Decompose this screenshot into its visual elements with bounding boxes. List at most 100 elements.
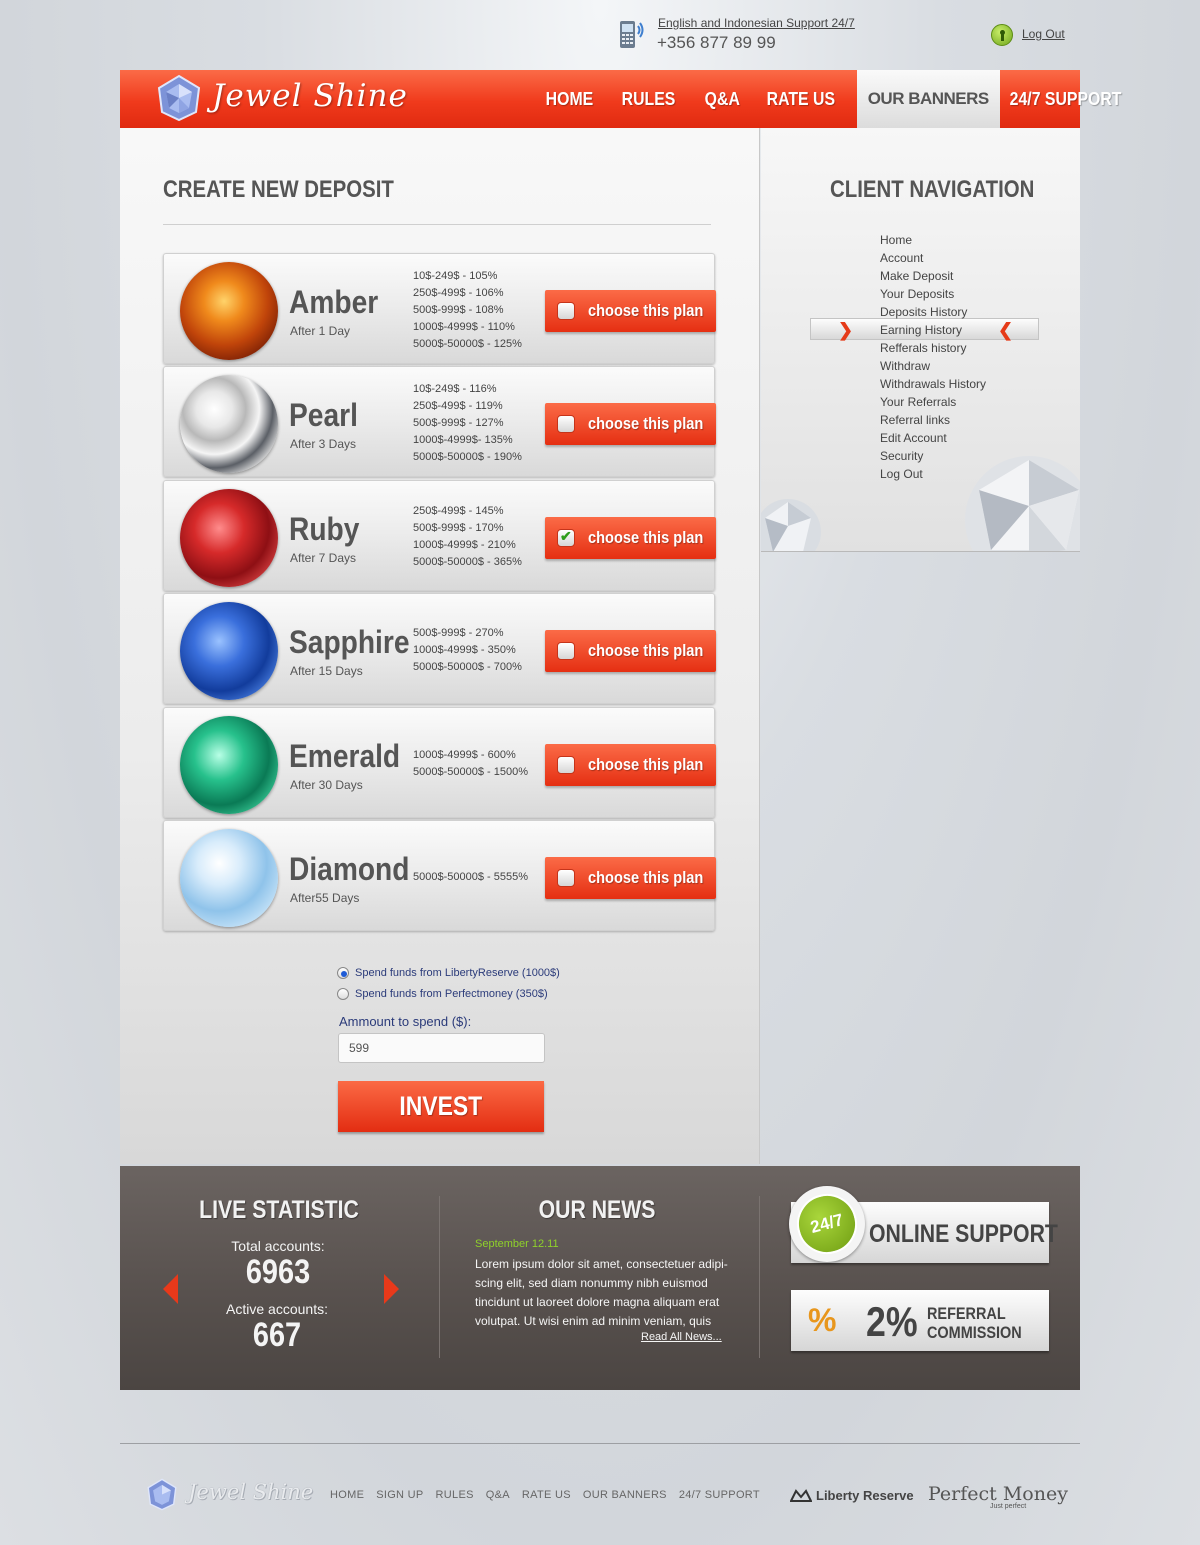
plan-term: After 3 Days <box>290 437 357 452</box>
sidebar-item-make-deposit[interactable]: Make Deposit <box>880 269 953 283</box>
footer-link-sign-up[interactable]: SIGN UP <box>376 1489 423 1501</box>
divider <box>163 224 711 225</box>
footer-link-our-banners[interactable]: OUR BANNERS <box>583 1489 667 1501</box>
invest-button-label: INVEST <box>399 1091 483 1121</box>
plan-rate: 5000$-50000$ - 5555% <box>413 871 528 883</box>
sidebar-item-your-referrals[interactable]: Your Referrals <box>880 395 956 409</box>
plan-checkbox[interactable]: ✔ <box>557 528 575 547</box>
plan-rate: 250$-499$ - 106% <box>413 287 504 299</box>
sidebar-item-refferals-history[interactable]: Refferals history <box>880 341 966 355</box>
total-accounts-value: 6963 <box>245 1253 311 1291</box>
plan-rate: 500$-999$ - 170% <box>413 521 504 534</box>
nav-rate-us[interactable]: RATE US <box>757 70 845 128</box>
plan-card: Sapphire After 15 Days 500$-999$ - 270% 100… <box>163 593 716 705</box>
divider <box>759 1196 760 1358</box>
plan-rate: 5000$-50000$ - 125% <box>413 338 522 350</box>
plan-rate: 5000$-50000$ - 700% <box>413 661 522 674</box>
online-support-label: ONLINE SUPPORT <box>869 1220 1058 1248</box>
footer-link-qa[interactable]: Q&A <box>486 1489 510 1501</box>
choose-plan-button[interactable]: choose this plan <box>545 630 716 673</box>
plan-rates: 10$-249$ - 105% 250$-499$ - 106% 500$-999$… <box>413 268 522 353</box>
plan-rates: 10$-249$ - 116% 250$-499$ - 119% 500$-999$… <box>413 381 522 466</box>
perfect-money-radio[interactable] <box>337 988 349 1000</box>
choose-plan-label: choose this plan <box>588 301 704 320</box>
plan-name: Ruby <box>289 510 360 547</box>
sidebar-item-your-deposits[interactable]: Your Deposits <box>880 287 954 301</box>
support-phone-number: +356 877 89 99 <box>657 33 776 52</box>
plan-name: Amber <box>289 284 379 320</box>
choose-plan-button[interactable]: choose this plan <box>545 857 716 899</box>
news-body: Lorem ipsum dolor sit amet, consectetuer… <box>475 1257 728 1328</box>
nav-support[interactable]: 24/7 SUPPORT <box>1000 70 1131 128</box>
choose-plan-button[interactable]: choose this plan <box>545 743 716 786</box>
perfect-money-tagline: Just perfect <box>990 1503 1027 1510</box>
deposit-title: CREATE NEW DEPOSIT <box>163 176 394 203</box>
sidebar-item-withdraw[interactable]: Withdraw <box>880 359 930 373</box>
plan-name: Sapphire <box>289 624 410 661</box>
plan-card: Ruby After 7 Days 250$-499$ - 145% 500$-999… <box>163 479 716 591</box>
choose-plan-label: choose this plan <box>588 868 704 887</box>
main-nav: HOME RULES Q&A RATE US OUR BANNERS 24/7 … <box>536 70 1149 128</box>
sidebar-item-referral-links[interactable]: Referral links <box>880 413 950 427</box>
plan-rate: 1000$-4999$ - 210% <box>413 538 516 551</box>
plan-rate: 10$-249$ - 105% <box>413 270 498 282</box>
client-navigation-title: CLIENT NAVIGATION <box>830 176 1035 203</box>
sidebar-item-home[interactable]: Home <box>880 233 912 247</box>
live-statistic-title: LIVE STATISTIC <box>199 1196 359 1224</box>
sidebar-item-security[interactable]: Security <box>880 449 923 463</box>
amber-gem-icon <box>180 262 278 360</box>
diamond-decoration-icon <box>761 499 821 551</box>
next-arrow-icon[interactable] <box>384 1274 399 1304</box>
amount-input[interactable] <box>338 1033 545 1063</box>
footer-divider <box>120 1443 1080 1444</box>
plan-checkbox[interactable] <box>557 755 575 774</box>
sidebar-item-account[interactable]: Account <box>880 251 923 265</box>
plan-name: Pearl <box>289 397 358 434</box>
choose-plan-button[interactable]: choose this plan <box>545 290 716 332</box>
previous-arrow-icon[interactable] <box>163 1274 178 1304</box>
invest-button[interactable]: INVEST <box>338 1081 544 1132</box>
choose-plan-button[interactable]: choose this plan <box>545 403 716 446</box>
gem-logo-icon[interactable] <box>146 1478 178 1511</box>
plan-rates: 1000$-4999$ - 600% 5000$-50000$ - 1500% <box>413 747 528 781</box>
nav-rules[interactable]: RULES <box>612 70 685 128</box>
footer-link-rate-us[interactable]: RATE US <box>522 1489 571 1501</box>
sidebar-item-withdrawals-history[interactable]: Withdrawals History <box>880 377 986 391</box>
gem-logo-icon[interactable] <box>156 74 202 122</box>
total-accounts-label: Total accounts: <box>231 1238 325 1254</box>
chevron-right-icon: ❯ <box>838 320 854 340</box>
footer-brand-text[interactable]: Jewel Shine <box>188 1480 313 1504</box>
liberty-reserve-radio[interactable] <box>337 967 349 979</box>
plan-checkbox[interactable] <box>557 869 575 887</box>
brand-logo-text[interactable]: Jewel Shine <box>212 78 408 114</box>
sidebar-item-log-out[interactable]: Log Out <box>880 467 923 481</box>
chevron-left-icon: ❮ <box>998 320 1014 340</box>
plan-checkbox[interactable] <box>557 642 575 661</box>
nav-qa[interactable]: Q&A <box>695 70 750 128</box>
plan-checkbox[interactable] <box>557 415 575 434</box>
plan-card: Amber After 1 Day 10$-249$ - 105% 250$-499$… <box>163 253 716 364</box>
liberty-reserve-logo: Liberty Reserve <box>816 1488 914 1503</box>
choose-plan-label: choose this plan <box>588 527 704 547</box>
divider <box>439 1196 440 1358</box>
plan-checkbox[interactable] <box>557 302 575 320</box>
sidebar-item-earning-history[interactable]: Earning History <box>880 323 962 337</box>
choose-plan-button[interactable]: ✔ choose this plan <box>545 516 716 559</box>
read-all-news-link[interactable]: Read All News... <box>641 1331 722 1343</box>
sidebar-item-deposits-history[interactable]: Deposits History <box>880 305 967 319</box>
footer-link-rules[interactable]: RULES <box>436 1489 474 1501</box>
referral-line-1: REFERRAL <box>927 1304 1006 1323</box>
support-hours-link[interactable]: English and Indonesian Support 24/7 <box>658 16 855 30</box>
logout-link[interactable]: Log Out <box>1022 27 1065 41</box>
footer-link-home[interactable]: HOME <box>330 1489 364 1501</box>
sidebar-item-edit-account[interactable]: Edit Account <box>880 431 947 445</box>
plan-term: After 30 Days <box>290 777 363 792</box>
percent-icon: % <box>808 1302 837 1338</box>
active-accounts-label: Active accounts: <box>226 1301 328 1317</box>
amount-label: Ammount to spend ($): <box>339 1014 472 1029</box>
nav-our-banners[interactable]: OUR BANNERS <box>856 70 1000 128</box>
nav-home[interactable]: HOME <box>536 70 603 128</box>
plan-rate: 500$-999$ - 270% <box>413 627 504 640</box>
footer-link-support[interactable]: 24/7 SUPPORT <box>679 1489 760 1501</box>
plan-rate: 500$-999$ - 127% <box>413 417 504 430</box>
